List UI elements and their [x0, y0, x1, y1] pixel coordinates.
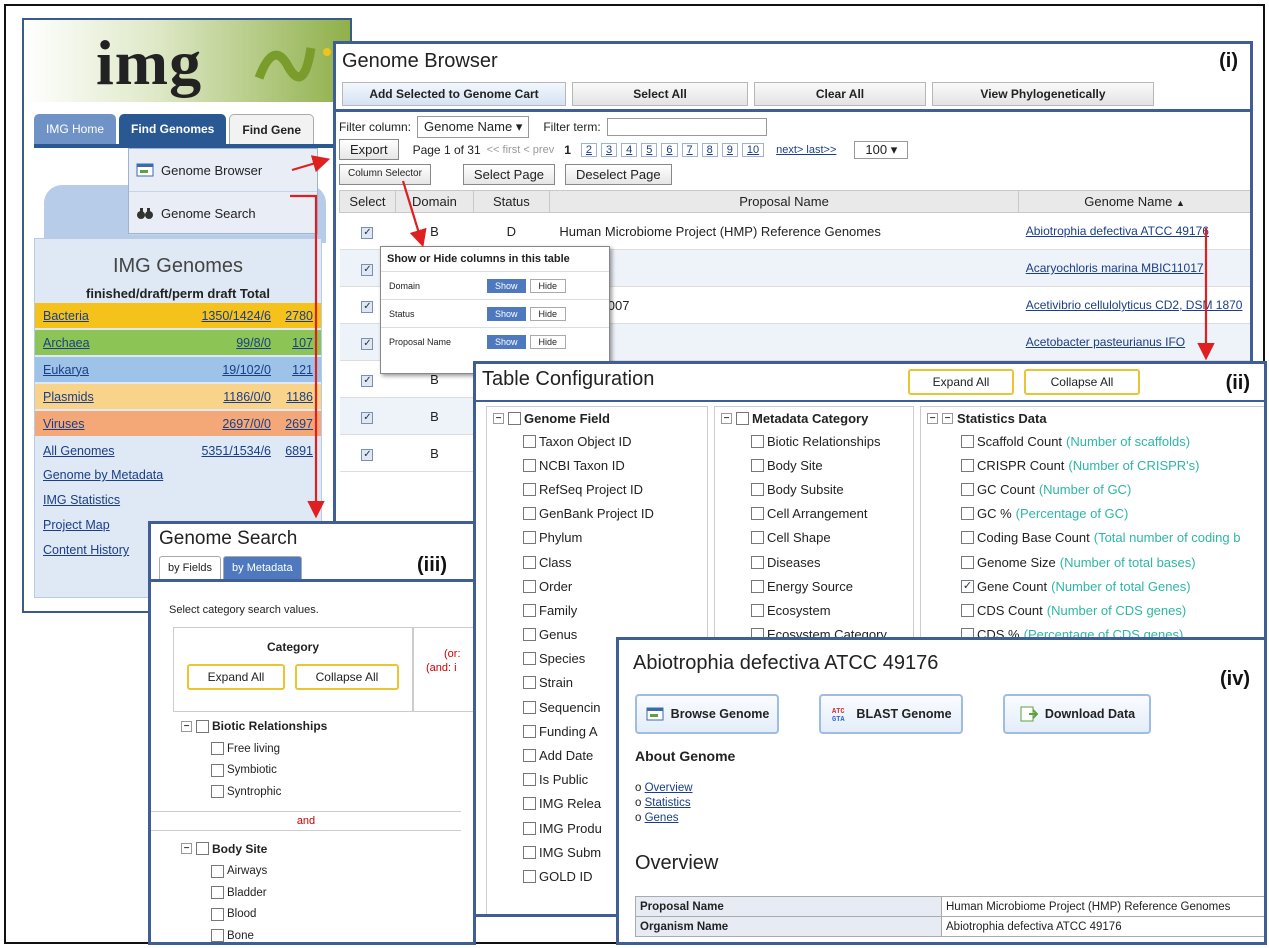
arrow-to-column-selector: [401, 180, 427, 248]
annotation-arrows: [290, 155, 1215, 519]
arrow-to-genome-browser: [291, 155, 331, 173]
arrow-to-genome-search: [290, 194, 325, 519]
